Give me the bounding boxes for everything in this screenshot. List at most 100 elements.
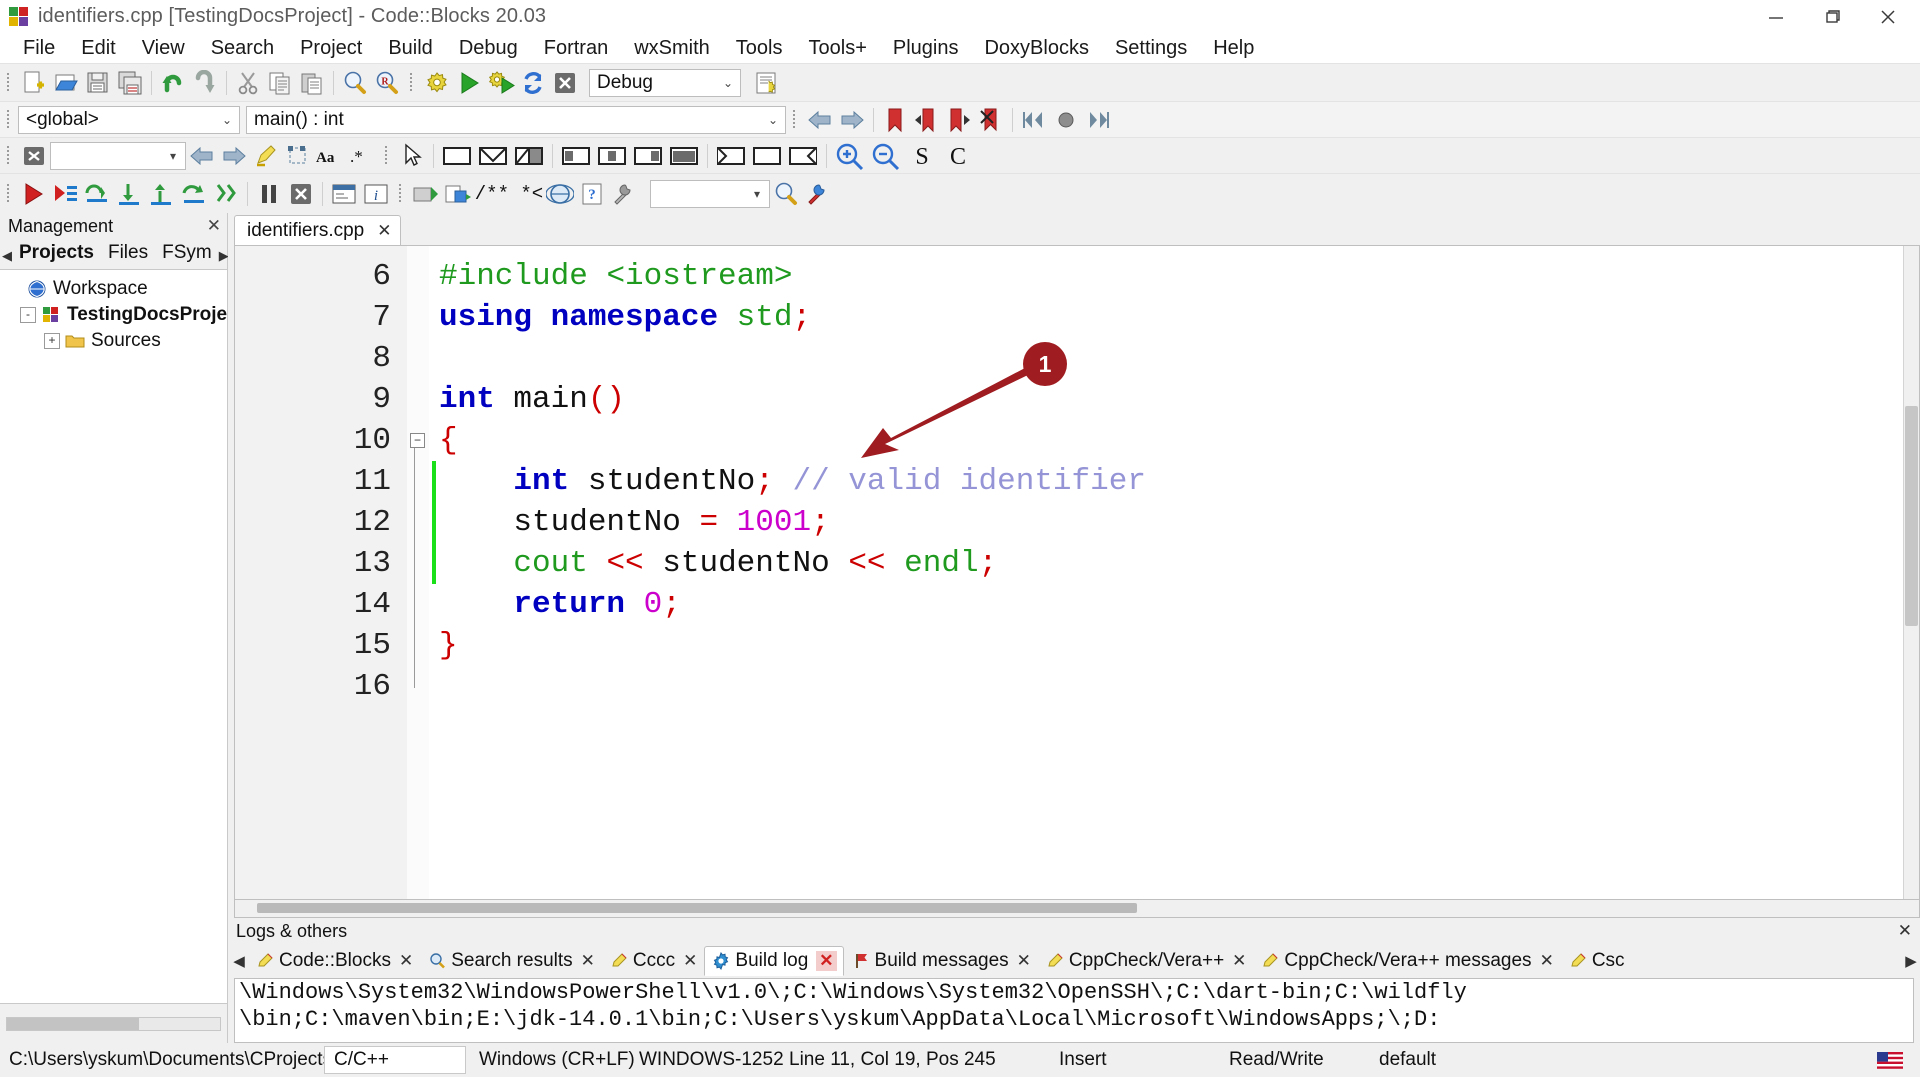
tab-fsym[interactable]: FSym bbox=[155, 240, 219, 269]
show-sizers-icon[interactable]: S bbox=[904, 140, 940, 172]
breakpoint-toggle-icon[interactable] bbox=[1050, 104, 1082, 136]
debug-step-out-icon[interactable] bbox=[146, 178, 178, 210]
code-line[interactable]: } bbox=[439, 625, 1903, 666]
debug-run-to-cursor-icon[interactable] bbox=[50, 178, 82, 210]
close-button[interactable] bbox=[1860, 0, 1916, 33]
build-icon[interactable] bbox=[421, 67, 453, 99]
menu-item-build[interactable]: Build bbox=[375, 33, 445, 63]
layout-fill-icon[interactable] bbox=[666, 140, 702, 172]
vscroll-thumb[interactable] bbox=[1905, 406, 1918, 626]
code-line[interactable]: int main() bbox=[439, 379, 1903, 420]
menu-item-fortran[interactable]: Fortran bbox=[531, 33, 621, 63]
fold-collapse-icon[interactable]: − bbox=[410, 433, 425, 448]
scope-toolbar-grip[interactable] bbox=[4, 107, 14, 133]
menu-item-file[interactable]: File bbox=[10, 33, 68, 63]
bookmark-next-icon[interactable] bbox=[943, 104, 975, 136]
new-file-icon[interactable] bbox=[18, 67, 50, 99]
run-icon[interactable] bbox=[453, 67, 485, 99]
incremental-search-icon[interactable] bbox=[770, 178, 802, 210]
layout-right-icon[interactable] bbox=[630, 140, 666, 172]
copy-icon[interactable] bbox=[264, 67, 296, 99]
expand-center-icon[interactable] bbox=[749, 140, 785, 172]
highlight-icon[interactable] bbox=[250, 140, 282, 172]
menu-item-edit[interactable]: Edit bbox=[68, 33, 128, 63]
tree-item-workspace[interactable]: Workspace bbox=[0, 276, 227, 302]
bookmark-toggle-icon[interactable] bbox=[879, 104, 911, 136]
doxyblocks-html-icon[interactable] bbox=[544, 178, 576, 210]
fold-margin[interactable]: − bbox=[407, 246, 429, 899]
zoom-in-icon[interactable] bbox=[832, 140, 868, 172]
debug-step-instruction-icon[interactable] bbox=[210, 178, 242, 210]
tab-projects[interactable]: Projects bbox=[12, 240, 101, 269]
show-code-icon[interactable]: C bbox=[940, 140, 976, 172]
rebuild-icon[interactable] bbox=[517, 67, 549, 99]
close-icon[interactable]: ✕ bbox=[581, 951, 595, 971]
selection-icon[interactable] bbox=[282, 140, 314, 172]
code-line[interactable]: return 0; bbox=[439, 584, 1903, 625]
find-icon[interactable] bbox=[339, 67, 371, 99]
debug-step-into-icon[interactable] bbox=[114, 178, 146, 210]
panel-tool-icon[interactable] bbox=[439, 140, 475, 172]
code-surface[interactable]: 678910111213141516 − #include <iostream>… bbox=[235, 246, 1903, 899]
code-line[interactable]: using namespace std; bbox=[439, 297, 1903, 338]
logs-tab-search-results[interactable]: Search results✕ bbox=[420, 946, 602, 976]
editor-toolbar-grip[interactable] bbox=[4, 143, 14, 169]
close-icon[interactable]: ✕ bbox=[399, 951, 413, 971]
undo-icon[interactable] bbox=[157, 67, 189, 99]
management-hscrollbar[interactable] bbox=[6, 1017, 221, 1031]
close-icon[interactable]: ✕ bbox=[1540, 951, 1554, 971]
tree-item-project[interactable]: - TestingDocsProject bbox=[0, 302, 227, 328]
status-language[interactable]: C/C++ bbox=[324, 1046, 466, 1074]
collapse-icon[interactable]: - bbox=[20, 307, 36, 323]
debug-next-instruction-icon[interactable] bbox=[178, 178, 210, 210]
nav-forward-icon[interactable] bbox=[836, 104, 868, 136]
tab-files[interactable]: Files bbox=[101, 240, 155, 269]
debug-next-line-icon[interactable] bbox=[82, 178, 114, 210]
menu-item-settings[interactable]: Settings bbox=[1102, 33, 1200, 63]
minimize-button[interactable] bbox=[1748, 0, 1804, 33]
build-and-run-icon[interactable] bbox=[485, 67, 517, 99]
code-text[interactable]: #include <iostream>using namespace std; … bbox=[439, 246, 1903, 899]
tabs-prev-arrow-icon[interactable]: ◀ bbox=[2, 248, 12, 269]
goto-next-icon[interactable] bbox=[218, 140, 250, 172]
grid-sizer-icon[interactable] bbox=[511, 140, 547, 172]
code-line[interactable] bbox=[439, 666, 1903, 707]
menu-item-view[interactable]: View bbox=[129, 33, 198, 63]
clear-search-icon[interactable] bbox=[18, 140, 50, 172]
doxyblocks-run-icon[interactable] bbox=[410, 178, 442, 210]
us-flag-icon[interactable] bbox=[1868, 1043, 1920, 1077]
expand-left-icon[interactable] bbox=[713, 140, 749, 172]
code-line[interactable]: #include <iostream> bbox=[439, 256, 1903, 297]
close-icon[interactable]: ✕ bbox=[1017, 951, 1031, 971]
menu-item-doxyblocks[interactable]: DoxyBlocks bbox=[971, 33, 1101, 63]
code-editor[interactable]: 678910111213141516 − #include <iostream>… bbox=[234, 245, 1920, 900]
logs-tab-cppcheck-vera-messages[interactable]: CppCheck/Vera++ messages✕ bbox=[1253, 946, 1560, 976]
menu-item-plugins[interactable]: Plugins bbox=[880, 33, 972, 63]
doxyblocks-comment-icon[interactable]: /** *< bbox=[474, 178, 544, 210]
expand-right-icon[interactable] bbox=[785, 140, 821, 172]
logs-next-arrow-icon[interactable]: ▶ bbox=[1902, 952, 1920, 970]
save-all-icon[interactable] bbox=[114, 67, 146, 99]
menu-item-debug[interactable]: Debug bbox=[446, 33, 531, 63]
logs-tab-csc[interactable]: Csc bbox=[1561, 946, 1632, 976]
doxyblocks-help-icon[interactable]: ? bbox=[576, 178, 608, 210]
debug-continue-icon[interactable] bbox=[18, 178, 50, 210]
wxsmith-toolbar-grip[interactable] bbox=[382, 143, 392, 169]
debug-info-icon[interactable]: i bbox=[360, 178, 392, 210]
close-icon[interactable]: ✕ bbox=[816, 951, 836, 971]
tree-item-sources[interactable]: + Sources bbox=[0, 328, 227, 354]
menu-item-search[interactable]: Search bbox=[198, 33, 287, 63]
redo-icon[interactable] bbox=[189, 67, 221, 99]
code-line[interactable]: cout << studentNo << endl; bbox=[439, 543, 1903, 584]
menu-item-help[interactable]: Help bbox=[1200, 33, 1267, 63]
editor-vscrollbar[interactable] bbox=[1903, 246, 1919, 899]
menu-item-project[interactable]: Project bbox=[287, 33, 375, 63]
menu-item-tools-plus[interactable]: Tools+ bbox=[796, 33, 880, 63]
debug-search-input[interactable]: ▾ bbox=[650, 180, 770, 208]
editor-hscrollbar[interactable] bbox=[234, 900, 1920, 918]
breakpoint-prev-icon[interactable] bbox=[1018, 104, 1050, 136]
cut-icon[interactable] bbox=[232, 67, 264, 99]
debug-break-icon[interactable] bbox=[253, 178, 285, 210]
doxyblocks-extract-icon[interactable] bbox=[442, 178, 474, 210]
layout-center-icon[interactable] bbox=[594, 140, 630, 172]
